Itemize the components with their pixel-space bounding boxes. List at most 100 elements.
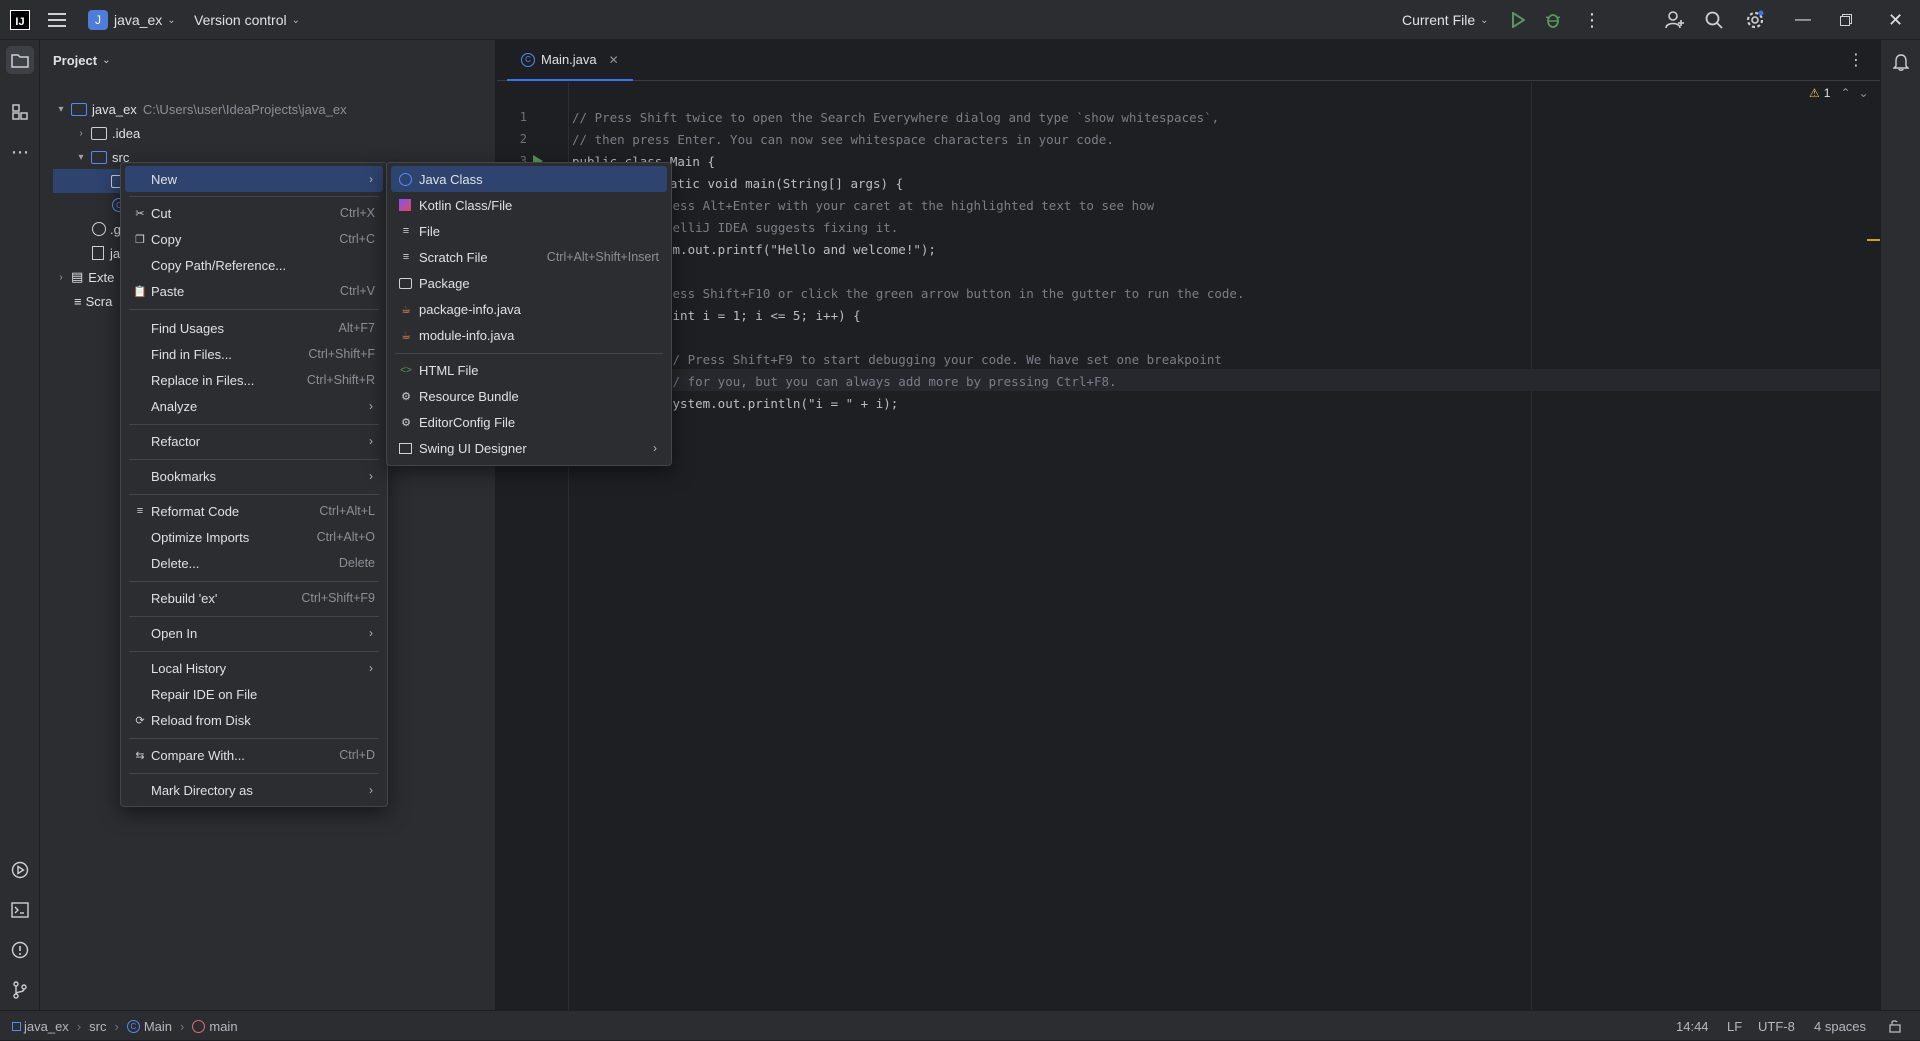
more-actions-button[interactable]: ⋮ — [1583, 0, 1601, 40]
menu-item-new[interactable]: New › — [125, 166, 383, 192]
git-tool-button[interactable] — [6, 976, 34, 1004]
breadcrumb-item[interactable]: main — [209, 1019, 237, 1034]
minimize-button[interactable]: — — [1795, 0, 1811, 40]
menu-separator — [129, 196, 379, 197]
menu-item-cut[interactable]: ✂ Cut Ctrl+X — [125, 200, 383, 226]
file-encoding[interactable]: UTF-8 — [1758, 1011, 1795, 1041]
tree-item-label: .idea — [112, 125, 141, 141]
module-icon — [12, 1021, 21, 1031]
project-switcher[interactable]: J java_ex ⌄ — [88, 0, 176, 40]
chevron-up-icon[interactable]: ⌃ — [1840, 86, 1850, 100]
code-with-me-button[interactable] — [1665, 0, 1685, 40]
menu-item-copy[interactable]: ❐ Copy Ctrl+C — [125, 226, 383, 252]
chevron-down-icon[interactable]: ⌄ — [1859, 86, 1869, 100]
menu-item-label: Replace in Files... — [151, 372, 255, 388]
run-button[interactable] — [1511, 0, 1525, 40]
menu-item-package[interactable]: Package — [391, 270, 667, 296]
menu-item-refactor[interactable]: Refactor › — [125, 428, 383, 454]
terminal-tool-button[interactable] — [6, 896, 34, 924]
debug-button[interactable] — [1545, 0, 1561, 40]
indent-setting[interactable]: 4 spaces — [1814, 1011, 1866, 1041]
tree-item-idea[interactable]: › .idea — [40, 121, 496, 145]
menu-item-bookmarks[interactable]: Bookmarks › — [125, 463, 383, 489]
breadcrumb-item[interactable]: java_ex — [24, 1019, 69, 1034]
menu-item-rebuild[interactable]: Rebuild 'ex' Ctrl+Shift+F9 — [125, 585, 383, 611]
line-ending[interactable]: LF — [1727, 1011, 1742, 1041]
menu-item-html-file[interactable]: <> HTML File — [391, 357, 667, 383]
menu-item-mark-directory-as[interactable]: Mark Directory as › — [125, 777, 383, 803]
tab-main-java[interactable]: C Main.java ✕ — [507, 40, 633, 81]
warning-marker[interactable] — [1867, 239, 1880, 241]
menu-item-java-class[interactable]: Java Class — [391, 166, 667, 192]
breadcrumb-item[interactable]: src — [89, 1019, 106, 1034]
menu-item-local-history[interactable]: Local History › — [125, 655, 383, 681]
breadcrumb-item[interactable]: Main — [144, 1019, 172, 1034]
java-file-icon: ☕ — [401, 329, 411, 342]
menu-separator — [129, 738, 379, 739]
close-tab-icon[interactable]: ✕ — [609, 53, 619, 67]
menu-item-open-in[interactable]: Open In › — [125, 620, 383, 646]
problems-tool-button[interactable] — [6, 936, 34, 964]
file-icon — [92, 246, 104, 260]
ide-logo[interactable]: IJ — [10, 0, 30, 40]
module-folder-icon — [71, 102, 87, 116]
menu-item-copy-path[interactable]: Copy Path/Reference... — [125, 252, 383, 278]
code-line[interactable]: System.out.println("i = " + i); — [665, 396, 898, 411]
menu-item-editorconfig[interactable]: ⚙ EditorConfig File — [391, 409, 667, 435]
code-line[interactable]: // for you, but you can always add more … — [665, 374, 1117, 389]
menu-item-shortcut: Ctrl+V — [339, 284, 375, 298]
menu-item-shortcut: Ctrl+Shift+F — [308, 347, 375, 361]
menu-item-scratch-file[interactable]: ≡ Scratch File Ctrl+Alt+Shift+Insert — [391, 244, 667, 270]
code-line[interactable]: ress Shift+F10 or click the green arrow … — [665, 286, 1244, 301]
menu-item-reformat-code[interactable]: ≡ Reformat Code Ctrl+Alt+L — [125, 498, 383, 524]
code-line[interactable]: (int i = 1; i <= 5; i++) { — [665, 308, 861, 323]
menu-item-repair-ide[interactable]: Repair IDE on File — [125, 681, 383, 707]
project-panel-header[interactable]: Project ⌄ — [53, 40, 110, 80]
menu-item-delete[interactable]: Delete... Delete — [125, 550, 383, 576]
read-only-toggle[interactable] — [1889, 1011, 1901, 1041]
menu-item-optimize-imports[interactable]: Optimize Imports Ctrl+Alt+O — [125, 524, 383, 550]
code-line[interactable]: // then press Enter. You can now see whi… — [572, 132, 1114, 147]
menu-item-shortcut: Ctrl+Shift+R — [306, 373, 375, 387]
menu-item-resource-bundle[interactable]: ⚙ Resource Bundle — [391, 383, 667, 409]
menu-item-compare-with[interactable]: ⇆ Compare With... Ctrl+D — [125, 742, 383, 768]
menu-item-label: Kotlin Class/File — [419, 197, 513, 213]
source-folder-icon — [91, 150, 107, 164]
menu-item-package-info[interactable]: ☕ package-info.java — [391, 296, 667, 322]
menu-item-kotlin-class[interactable]: Kotlin Class/File — [391, 192, 667, 218]
menu-item-analyze[interactable]: Analyze › — [125, 393, 383, 419]
structure-tool-button[interactable] — [6, 98, 34, 126]
run-config-selector[interactable]: Current File ⌄ — [1402, 0, 1489, 40]
close-window-button[interactable]: ✕ — [1888, 0, 1903, 40]
caret-position[interactable]: 14:44 — [1676, 1011, 1709, 1041]
menu-item-paste[interactable]: 📋 Paste Ctrl+V — [125, 278, 383, 304]
menu-item-file[interactable]: ≡ File — [391, 218, 667, 244]
notifications-button[interactable] — [1887, 48, 1915, 76]
menu-item-replace-in-files[interactable]: Replace in Files... Ctrl+Shift+R — [125, 367, 383, 393]
menu-item-label: EditorConfig File — [419, 414, 516, 430]
tree-root[interactable]: ▾ java_ex C:\Users\user\IdeaProjects\jav… — [40, 97, 496, 121]
vcs-widget[interactable]: Version control ⌄ — [194, 0, 300, 40]
restore-button[interactable] — [1840, 0, 1852, 40]
menu-item-find-in-files[interactable]: Find in Files... Ctrl+Shift+F — [125, 341, 383, 367]
package-icon — [399, 277, 412, 289]
more-tools-button[interactable]: ⋯ — [6, 138, 34, 166]
code-line[interactable]: // Press Shift+F9 to start debugging you… — [665, 352, 1222, 367]
tab-actions-button[interactable]: ⋮ — [1848, 50, 1864, 70]
menu-item-find-usages[interactable]: Find Usages Alt+F7 — [125, 315, 383, 341]
code-line[interactable]: ress Alt+Enter with your caret at the hi… — [665, 198, 1154, 213]
project-tool-button[interactable] — [6, 46, 34, 74]
main-menu-button[interactable] — [48, 0, 66, 40]
chevron-right-icon: › — [180, 1018, 185, 1034]
code-line[interactable]: telliJ IDEA suggests fixing it. — [665, 220, 898, 235]
menu-item-module-info[interactable]: ☕ module-info.java — [391, 322, 667, 348]
search-everywhere-button[interactable] — [1705, 0, 1723, 40]
settings-button[interactable] — [1745, 0, 1765, 40]
reformat-icon: ≡ — [136, 505, 144, 517]
code-line[interactable]: // Press Shift twice to open the Search … — [572, 110, 1219, 125]
code-line[interactable]: em.out.printf("Hello and welcome!"); — [665, 242, 936, 257]
inspection-widget[interactable]: ⚠ 1 ⌃ ⌄ — [1809, 86, 1869, 100]
services-tool-button[interactable] — [6, 856, 34, 884]
menu-item-reload-from-disk[interactable]: ⟳ Reload from Disk — [125, 707, 383, 733]
menu-item-swing-ui-designer[interactable]: Swing UI Designer › — [391, 435, 667, 461]
